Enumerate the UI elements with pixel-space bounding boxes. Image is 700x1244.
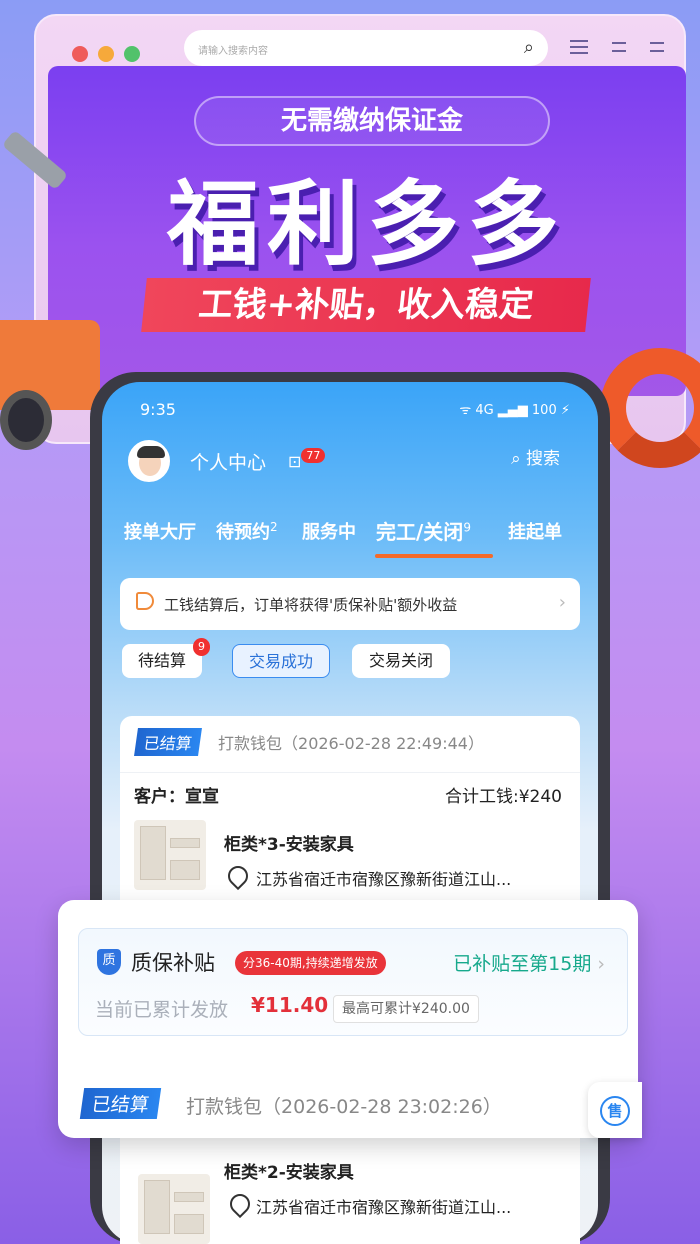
max-amount: 最高可累计¥240.00 — [333, 995, 479, 1023]
promo-banner: 无需缴纳保证金 福利多多 工钱+补贴，收入稳定 — [48, 66, 686, 396]
deposit-pill: 无需缴纳保证金 — [194, 96, 550, 146]
chevron-right-icon: › — [558, 592, 566, 613]
subsidy-title: 质保补贴 — [131, 951, 215, 975]
customer: 客户：宣宣 — [134, 787, 219, 807]
tab-to-book[interactable]: 待预约2 — [216, 518, 278, 544]
banner-headline: 福利多多 — [166, 171, 567, 278]
status-icons: ᯤ 4G ▂▄▆ 100 ⚡ — [459, 403, 570, 418]
chip-success[interactable]: 交易成功 — [232, 644, 330, 678]
chevron-right-icon: › — [597, 953, 605, 975]
address-placeholder: 请输入搜索内容 — [198, 46, 268, 57]
active-tab-indicator — [375, 554, 493, 558]
order-card-2[interactable]: 柜类*2-安装家具 江苏省宿迁市宿豫区豫新街道江山... — [120, 1138, 580, 1244]
wheel-decoration — [0, 390, 52, 450]
location-icon — [223, 861, 253, 891]
product-thumbnail — [138, 1174, 210, 1244]
product-thumbnail — [134, 820, 206, 890]
search-button[interactable]: ⌕ 搜索 — [511, 444, 560, 469]
address: 江苏省宿迁市宿豫区豫新街道江山... — [256, 870, 512, 889]
subsidy-panel[interactable]: 质 质保补贴 分36-40期,持续递增发放 已补贴至第15期 › 当前已累计发放… — [78, 928, 628, 1036]
location-icon — [225, 1189, 255, 1219]
message-icon[interactable]: ⊡ 77 — [288, 448, 326, 472]
avatar[interactable] — [128, 440, 170, 482]
settled-tag: 已结算 — [79, 1088, 162, 1119]
notice-bar[interactable]: 工钱结算后，订单将获得'质保补贴'额外收益 › — [120, 578, 580, 630]
chip-pending-settle[interactable]: 待结算 9 — [122, 638, 210, 678]
tab-in-service[interactable]: 服务中 — [302, 518, 356, 544]
cumulative-amount: ¥11.40 — [251, 993, 329, 1017]
after-sales-icon: 售 — [600, 1096, 630, 1126]
search-icon: ⌕ — [511, 449, 521, 469]
payment-channel: 打款钱包（2026-02-28 23:02:26） — [186, 1096, 502, 1118]
subsidy-progress: 已补贴至第15期 › — [453, 953, 605, 975]
after-sales-button[interactable]: 售 — [588, 1082, 642, 1138]
address-bar[interactable]: 请输入搜索内容 ⌕ — [184, 30, 548, 66]
message-badge: 77 — [301, 448, 326, 463]
speaker-icon — [136, 592, 154, 610]
subsidy-popup: 质 质保补贴 分36-40期,持续递增发放 已补贴至第15期 › 当前已累计发放… — [58, 900, 638, 1138]
payment-channel: 打款钱包（2026-02-28 22:49:44） — [218, 734, 484, 753]
banner-subline: 工钱+补贴，收入稳定 — [141, 278, 591, 332]
item-title: 柜类*2-安装家具 — [224, 1163, 354, 1183]
chip-badge: 9 — [193, 638, 210, 656]
cumulative-label: 当前已累计发放 — [95, 999, 229, 1021]
tab-completed[interactable]: 完工/关闭9 — [376, 516, 471, 545]
maximize-dot[interactable] — [124, 46, 140, 62]
address: 江苏省宿迁市宿豫区豫新街道江山... — [256, 1198, 512, 1217]
total-wage: 合计工钱:¥240 — [445, 787, 562, 807]
settled-tag: 已结算 — [134, 728, 202, 756]
item-title: 柜类*3-安装家具 — [224, 835, 354, 855]
tab-hall[interactable]: 接单大厅 — [124, 518, 196, 544]
minimize-dot[interactable] — [98, 46, 114, 62]
tab-suspended[interactable]: 挂起单 — [508, 518, 562, 544]
search-label: 搜索 — [526, 449, 560, 469]
notice-text: 工钱结算后，订单将获得'质保补贴'额外收益 — [164, 596, 458, 614]
chip-closed[interactable]: 交易关闭 — [352, 644, 450, 678]
shield-icon: 质 — [97, 949, 121, 975]
close-dot[interactable] — [72, 46, 88, 62]
status-time: 9:35 — [140, 400, 176, 419]
period-badge: 分36-40期,持续递增发放 — [235, 951, 386, 975]
tab-bar: 接单大厅 待预约2 服务中 完工/关闭9 挂起单 — [124, 518, 594, 552]
search-icon[interactable]: ⌕ — [524, 37, 534, 58]
profile-link[interactable]: 个人中心 — [190, 448, 266, 475]
